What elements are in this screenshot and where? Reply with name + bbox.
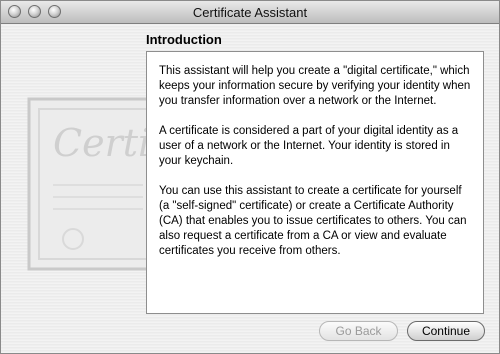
continue-button[interactable]: Continue (407, 321, 485, 341)
window-title: Certificate Assistant (192, 5, 308, 20)
title-bar[interactable]: Certificate Assistant (1, 1, 499, 24)
certificate-watermark-image: Certif (27, 97, 163, 271)
intro-paragraph: A certificate is considered a part of yo… (159, 125, 459, 167)
intro-paragraph: You can use this assistant to create a c… (159, 185, 467, 257)
page-heading: Introduction (146, 32, 222, 47)
intro-paragraph: This assistant will help you create a "d… (159, 65, 471, 107)
intro-text-panel: This assistant will help you create a "d… (146, 51, 484, 314)
assistant-window: Certificate Assistant Certif Introductio… (0, 0, 500, 354)
go-back-button[interactable]: Go Back (319, 321, 398, 341)
